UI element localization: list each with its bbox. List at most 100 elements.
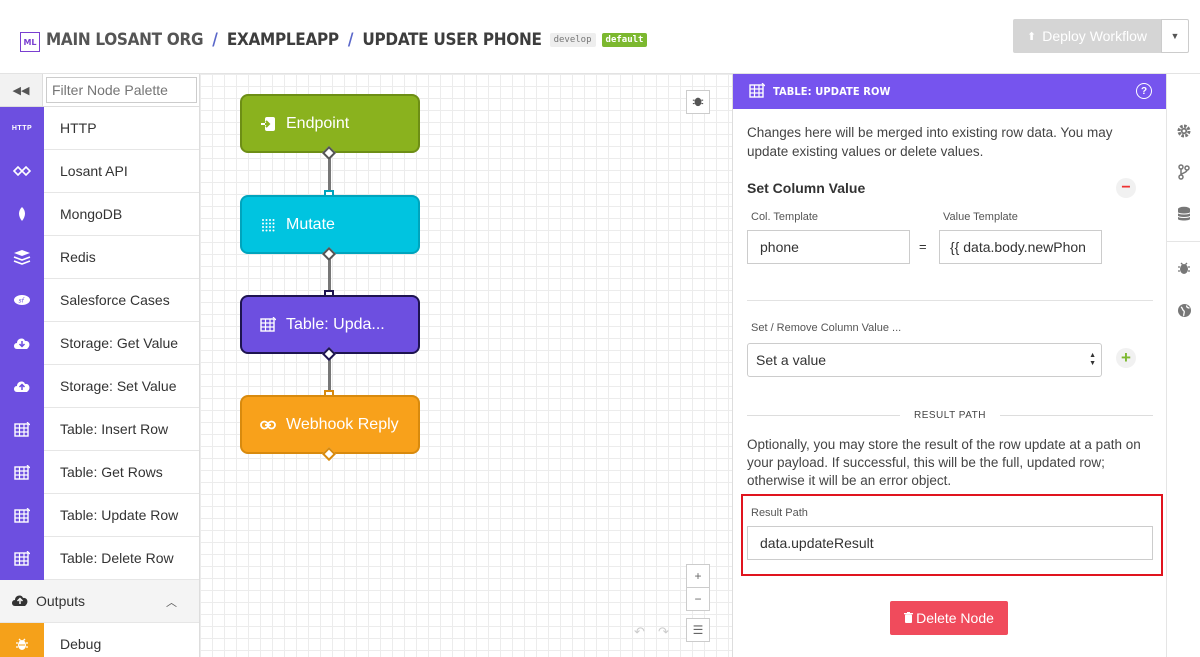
cloud-download-icon <box>0 321 44 365</box>
set-remove-select[interactable]: Set a value ▲ ▼ <box>747 343 1102 377</box>
node-description: Changes here will be merged into existin… <box>747 125 1113 159</box>
deploy-workflow-label: Deploy Workflow <box>1042 28 1147 44</box>
breadcrumb: MAIN LOSANT ORG / EXAMPLEAPP / UPDATE US… <box>46 30 648 50</box>
palette-item-storage-get-value[interactable]: Storage: Get Value <box>0 321 199 365</box>
leaf-icon <box>0 192 44 236</box>
version-badge[interactable]: develop <box>549 33 596 47</box>
globe-icon[interactable] <box>1176 302 1192 318</box>
database-icon[interactable] <box>1176 206 1192 222</box>
col-template-input[interactable]: phone <box>747 230 910 264</box>
breadcrumb-separator: / <box>212 30 218 50</box>
value-template-label: Value Template <box>943 211 1018 223</box>
palette-item-table-get-rows[interactable]: Table: Get Rows <box>0 450 199 494</box>
palette-item-label: MongoDB <box>60 206 123 222</box>
minus-icon: − <box>1121 179 1131 196</box>
palette-item-label: Salesforce Cases <box>60 292 170 308</box>
node-label: Table: Upda... <box>286 315 385 333</box>
palette-item-label: Storage: Get Value <box>60 335 179 351</box>
link-icon <box>258 415 278 435</box>
set-column-value-title: Set Column Value <box>747 180 866 196</box>
chevron-up-icon: ︿ <box>166 597 177 609</box>
select-value: Set a value <box>756 352 827 368</box>
canvas-menu-button[interactable]: ☰ <box>686 618 710 642</box>
palette-item-http[interactable]: HTTP HTTP <box>0 106 199 150</box>
palette-item-storage-set-value[interactable]: Storage: Set Value <box>0 364 199 408</box>
sign-in-icon <box>258 114 278 134</box>
breadcrumb-workflow: UPDATE USER PHONE <box>362 30 542 50</box>
result-path-heading: RESULT PATH <box>747 407 1153 423</box>
bug-icon <box>0 622 44 657</box>
version-tag-badge: default <box>601 33 648 47</box>
undo-icon[interactable]: ↶ <box>634 624 645 640</box>
value-template-input[interactable]: {{ data.body.newPhon <box>939 230 1102 264</box>
palette-item-table-delete-row[interactable]: Table: Delete Row <box>0 536 199 580</box>
losant-logo-icon[interactable]: ML <box>20 32 40 52</box>
cloud-upload-icon <box>10 593 30 606</box>
palette-item-label: Redis <box>60 249 96 265</box>
table-icon <box>258 315 278 335</box>
node-label: Endpoint <box>286 114 350 132</box>
salesforce-icon: sf <box>0 278 44 322</box>
right-toolbar <box>1166 74 1200 657</box>
grid-dots-icon <box>258 215 278 235</box>
palette-item-label: Losant API <box>60 163 128 179</box>
deploy-workflow-button[interactable]: ⬆ Deploy Workflow <box>1013 19 1161 53</box>
outputs-label: Outputs <box>36 593 86 609</box>
node-endpoint[interactable]: Endpoint <box>240 94 420 153</box>
col-template-label: Col. Template <box>751 211 819 223</box>
set-remove-label: Set / Remove Column Value ... <box>751 322 902 334</box>
node-label: Mutate <box>286 215 335 233</box>
bug-icon[interactable] <box>1176 260 1192 276</box>
result-path-heading-text: RESULT PATH <box>914 409 986 421</box>
deploy-options-dropdown[interactable]: ▼ <box>1161 19 1189 53</box>
palette-item-redis[interactable]: Redis <box>0 235 199 279</box>
palette-item-losant-api[interactable]: Losant API <box>0 149 199 193</box>
node-properties-panel: TABLE: UPDATE ROW ? Changes here will be… <box>732 74 1166 657</box>
help-icon[interactable]: ? <box>1136 83 1152 99</box>
breadcrumb-app[interactable]: EXAMPLEAPP <box>227 30 339 50</box>
chevron-down-icon: ▼ <box>1170 31 1180 41</box>
gear-icon[interactable] <box>1176 123 1192 139</box>
table-icon <box>0 536 44 580</box>
node-webhook-reply[interactable]: Webhook Reply <box>240 395 420 454</box>
divider <box>747 300 1153 301</box>
losant-icon <box>0 149 44 193</box>
zoom-in-button[interactable]: + <box>686 564 710 588</box>
palette-item-table-insert-row[interactable]: Table: Insert Row <box>0 407 199 451</box>
palette-item-table-update-row[interactable]: Table: Update Row <box>0 493 199 537</box>
svg-text:sf: sf <box>19 298 25 305</box>
palette-item-label: Debug <box>60 636 102 652</box>
node-label: Webhook Reply <box>286 415 399 433</box>
table-icon <box>0 493 44 537</box>
result-path-description: Optionally, you may store the result of … <box>747 437 1141 488</box>
table-icon <box>0 407 44 451</box>
canvas-debug-toggle-button[interactable] <box>686 90 710 114</box>
upload-icon: ⬆ <box>1027 30 1037 43</box>
branch-icon[interactable] <box>1176 164 1192 180</box>
add-column-button[interactable]: + <box>1116 348 1136 368</box>
stack-icon <box>0 235 44 279</box>
collapse-palette-button[interactable]: ◀◀ <box>0 74 43 106</box>
palette-item-debug[interactable]: Debug <box>0 622 199 657</box>
workflow-canvas[interactable]: Endpoint Mutate Table: Upda... Webhook R… <box>200 74 732 657</box>
outputs-category-header[interactable]: Outputs ︿ <box>0 580 199 623</box>
result-path-input[interactable]: data.updateResult <box>747 526 1153 560</box>
bug-icon <box>692 95 704 110</box>
panel-title: TABLE: UPDATE ROW <box>773 85 891 98</box>
redo-icon[interactable]: ↷ <box>658 624 669 640</box>
node-table-update-row[interactable]: Table: Upda... <box>240 295 420 354</box>
node-mutate[interactable]: Mutate <box>240 195 420 254</box>
palette-item-salesforce-cases[interactable]: sf Salesforce Cases <box>0 278 199 322</box>
delete-node-button[interactable]: Delete Node <box>890 601 1008 635</box>
node-palette: ◀◀ HTTP HTTP Losant API MongoDB Redis sf… <box>0 74 200 657</box>
palette-item-label: Table: Update Row <box>60 507 179 523</box>
remove-column-button[interactable]: − <box>1116 178 1136 198</box>
filter-node-palette-input[interactable] <box>46 77 197 103</box>
http-icon: HTTP <box>0 106 44 150</box>
panel-header: TABLE: UPDATE ROW ? <box>733 74 1166 109</box>
palette-item-mongodb[interactable]: MongoDB <box>0 192 199 236</box>
trash-icon <box>904 610 914 626</box>
zoom-out-button[interactable]: − <box>686 587 710 611</box>
palette-item-label: Storage: Set Value <box>60 378 177 394</box>
breadcrumb-org[interactable]: MAIN LOSANT ORG <box>46 30 204 50</box>
